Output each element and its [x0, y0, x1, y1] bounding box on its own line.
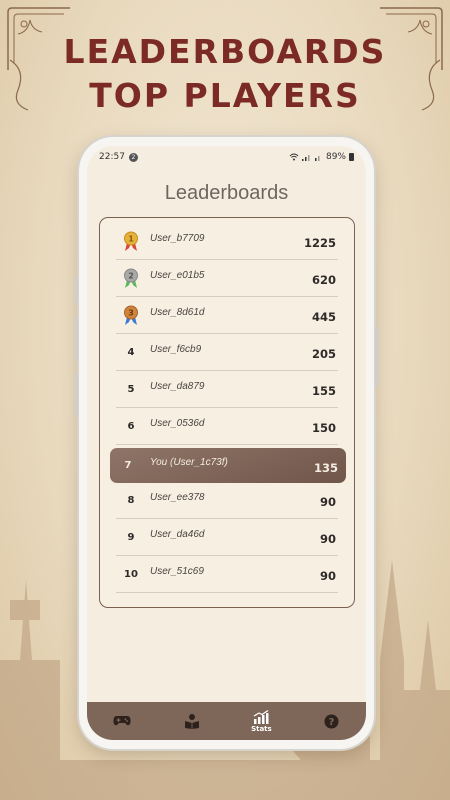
phone-frame: 22:57 2 89% Leaderboards 1 User_b7709 12… [74, 137, 379, 749]
player-name: User_da46d [150, 528, 205, 540]
leaderboard-row[interactable]: 5 User_da879 155 [116, 371, 338, 408]
rank-cell: 10 [124, 568, 138, 580]
status-bar: 22:57 2 89% [87, 146, 366, 168]
battery-percent: 89% [325, 152, 346, 162]
player-score: 1225 [303, 236, 336, 250]
leaderboard-row[interactable]: 2 User_e01b5 620 [116, 260, 338, 297]
player-name: User_da879 [150, 380, 205, 392]
player-score: 445 [311, 310, 336, 324]
rank-cell: 9 [127, 531, 135, 543]
player-score: 620 [311, 273, 336, 287]
stats-chart-icon [254, 709, 269, 724]
nav-stats-label: Stats [251, 724, 272, 733]
wifi-icon [289, 153, 299, 161]
current-user-row[interactable]: 7 You (User_1c73f) 135 [110, 448, 346, 483]
rank-cell: 1 [116, 231, 146, 251]
svg-text:?: ? [328, 717, 334, 728]
player-name: You (User_1c73f) [150, 457, 228, 468]
leaderboard-row[interactable]: 8 User_ee378 90 [116, 482, 338, 519]
player-name: User_8d61d [150, 306, 205, 318]
battery-icon [349, 153, 354, 161]
nav-learn[interactable] [167, 702, 217, 740]
medal-rank-1: 1 [128, 235, 134, 244]
silver-medal-icon: 2 [124, 268, 138, 288]
help-icon: ? [324, 714, 339, 728]
status-time: 22:57 [99, 152, 125, 162]
rank-cell: 8 [127, 494, 135, 506]
leaderboard-row[interactable]: 9 User_da46d 90 [116, 519, 338, 556]
player-score: 90 [319, 495, 336, 509]
nav-help[interactable]: ? [306, 702, 356, 740]
rank-cell: 4 [127, 346, 135, 358]
leaderboard-row[interactable]: 1 User_b7709 1225 [116, 223, 338, 260]
rank-cell: 6 [127, 420, 135, 432]
bottom-navigation: Stats ? [87, 702, 366, 740]
phone-power-button [375, 327, 379, 387]
medal-rank-2: 2 [128, 272, 134, 281]
player-score: 90 [319, 532, 336, 546]
phone-side-button [74, 317, 78, 361]
promo-headline: LEADERBOARDS TOP PLAYERS [0, 30, 450, 118]
leaderboard-row[interactable]: 10 User_51c69 90 [116, 556, 338, 593]
player-score: 205 [311, 347, 336, 361]
player-name: User_b7709 [150, 232, 205, 244]
headline-line-1: LEADERBOARDS [63, 32, 387, 71]
reader-book-icon [184, 714, 199, 729]
gold-medal-icon: 1 [124, 231, 138, 251]
player-name: User_ee378 [150, 491, 205, 503]
rank-cell: 3 [116, 305, 146, 325]
page-title: Leaderboards [164, 182, 289, 204]
headline-line-2: TOP PLAYERS [89, 76, 361, 115]
player-name: User_0536d [150, 417, 205, 429]
player-score: 90 [319, 569, 336, 583]
app-screen: 22:57 2 89% Leaderboards 1 User_b7709 12… [87, 146, 366, 740]
rank-cell: 5 [127, 383, 135, 395]
player-score: 150 [311, 421, 336, 435]
leaderboard-table: 1 User_b7709 1225 2 User_e01b5 620 3 Use… [99, 217, 355, 608]
rank-cell: 7 [124, 460, 132, 471]
player-name: User_f6cb9 [150, 343, 202, 355]
signal-icon [301, 155, 310, 161]
player-score: 155 [311, 384, 336, 398]
player-name: User_51c69 [150, 565, 204, 577]
leaderboard-row[interactable]: 4 User_f6cb9 205 [116, 334, 338, 371]
player-name: User_e01b5 [150, 269, 205, 281]
nav-stats[interactable]: Stats [236, 702, 286, 740]
notification-count-badge: 2 [128, 152, 138, 162]
bronze-medal-icon: 3 [124, 305, 138, 325]
signal-icon-2 [314, 156, 320, 161]
phone-side-button [74, 373, 78, 417]
phone-side-button [74, 277, 78, 303]
medal-rank-3: 3 [128, 309, 134, 318]
rank-cell: 2 [116, 268, 146, 288]
leaderboard-row[interactable]: 6 User_0536d 150 [116, 408, 338, 445]
leaderboard-row[interactable]: 3 User_8d61d 445 [116, 297, 338, 334]
nav-play[interactable] [97, 702, 147, 740]
player-score: 135 [313, 460, 338, 475]
gamepad-icon [113, 716, 131, 726]
